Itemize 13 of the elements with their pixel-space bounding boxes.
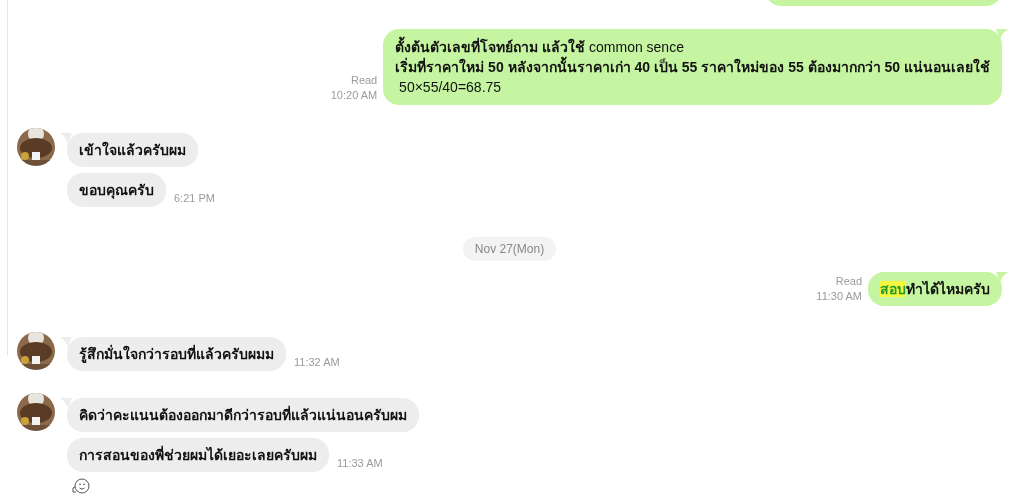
timestamp: 6:21 PM [174,190,215,206]
date-separator: Nov 27(Mon) [462,237,557,261]
timestamp: 11:33 AM [337,455,383,471]
message-text: ทำได้ไหมครับ [906,281,990,297]
timestamp: 11:30 AM [816,289,862,304]
message-bubble: ขอบคุณครับ [67,173,166,207]
timestamp: 10:20 AM [330,88,378,103]
read-receipt: Read [350,73,378,88]
message-bubble: การสอนของพี่ช่วยผมได้เยอะเลยครับผม [67,438,329,472]
read-receipt: Read [835,274,862,289]
timestamp: 11:32 AM [294,354,340,370]
highlighted-word: สอบ [880,281,906,297]
bubble-tail [996,29,1008,39]
